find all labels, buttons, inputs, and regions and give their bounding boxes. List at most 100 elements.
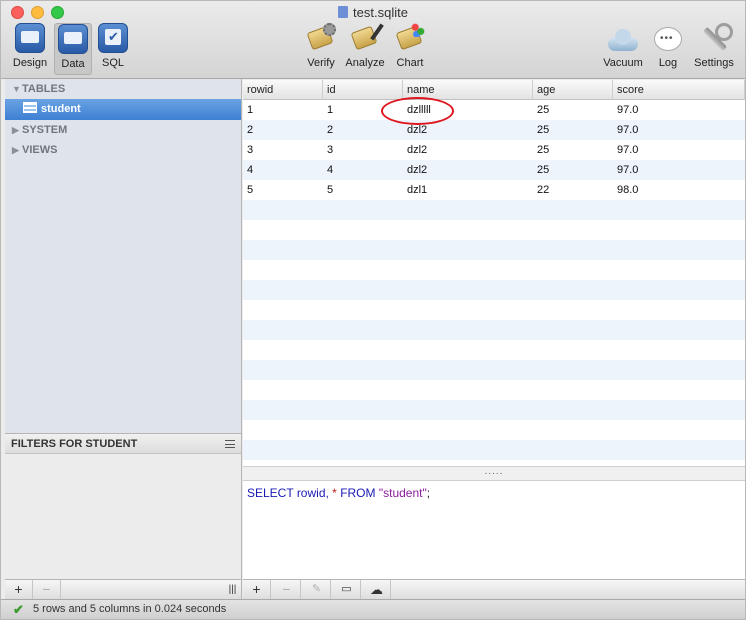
table-cell [533,240,613,260]
table-row[interactable]: 3 3 dzl2 25 97.0 [243,140,745,160]
table-cell [323,440,403,460]
settings-button[interactable]: Settings [689,23,739,75]
table-icon [23,102,37,113]
edit-icon[interactable]: ✎ [303,580,331,599]
table-cell [243,360,323,380]
table-cell[interactable]: 25 [533,140,613,160]
vacuum-button[interactable]: Vacuum [599,23,647,75]
table-cell[interactable]: 4 [243,160,323,180]
table-cell[interactable]: dzl2 [403,160,533,180]
table-cell [613,380,745,400]
table-cell [613,220,745,240]
table-cell[interactable]: 1 [243,100,323,120]
table-cell [533,300,613,320]
split-view-divider[interactable]: ..... [243,466,745,481]
sql-editor[interactable]: SELECT rowid, * FROM "student"; [243,481,745,579]
table-cell[interactable]: 3 [323,140,403,160]
empty-row [243,360,745,380]
column-header-score[interactable]: score [613,80,745,100]
design-button[interactable]: Design [7,23,53,75]
upload-icon[interactable]: ☁ [363,580,391,599]
speech-bubble-icon [654,27,682,51]
table-cell [613,360,745,380]
empty-row [243,200,745,220]
table-cell[interactable]: 2 [323,120,403,140]
table-cell [403,360,533,380]
table-cell [323,420,403,440]
comment-icon[interactable]: ▭ [333,580,361,599]
resize-handle-icon[interactable]: ||| [223,580,242,599]
table-cell [323,200,403,220]
table-cell [403,320,533,340]
table-row[interactable]: 5 5 dzl1 22 98.0 [243,180,745,200]
table-row[interactable]: 1 1 dzlllll 25 97.0 [243,100,745,120]
table-cell[interactable]: 5 [323,180,403,200]
remove-row-button[interactable]: − [273,580,301,599]
add-filter-button[interactable]: + [5,580,33,599]
empty-row [243,220,745,240]
filters-header: FILTERS FOR STUDENT [5,434,241,454]
add-row-button[interactable]: + [243,580,271,599]
table-cell [533,360,613,380]
table-cell [403,340,533,360]
table-cell[interactable]: 25 [533,160,613,180]
empty-row [243,240,745,260]
table-cell[interactable]: 3 [243,140,323,160]
data-table: rowid id name age score 1 1 dzlllll 25 97.0 2… [243,80,745,466]
data-icon [58,24,88,54]
analyze-button[interactable]: Analyze [342,23,388,75]
log-button[interactable]: Log [653,23,683,75]
table-cell [403,300,533,320]
column-header-id[interactable]: id [323,80,403,100]
empty-row [243,400,745,420]
table-cell [403,380,533,400]
sql-icon [98,23,128,53]
views-section[interactable]: ▶ VIEWS [5,140,241,160]
table-cell[interactable]: 25 [533,120,613,140]
table-cell[interactable]: 97.0 [613,160,745,180]
table-cell [533,320,613,340]
table-cell[interactable]: 4 [323,160,403,180]
table-cell [243,440,323,460]
empty-row [243,300,745,320]
column-header-rowid[interactable]: rowid [243,80,323,100]
table-cell[interactable]: 25 [533,100,613,120]
column-header-age[interactable]: age [533,80,613,100]
table-cell[interactable]: dzl1 [403,180,533,200]
remove-filter-button[interactable]: − [33,580,61,599]
table-cell [613,420,745,440]
tables-section[interactable]: ▼TABLES [5,79,241,99]
cloud-icon [606,29,640,51]
table-cell [403,240,533,260]
table-cell [243,380,323,400]
table-cell[interactable]: 97.0 [613,100,745,120]
status-text: 5 rows and 5 columns in 0.024 seconds [33,603,227,615]
system-section[interactable]: ▶ SYSTEM [5,120,241,140]
table-cell [243,260,323,280]
table-cell [323,260,403,280]
empty-row [243,380,745,400]
table-cell [403,440,533,460]
table-cell [533,380,613,400]
table-button-bar: + − ✎ ▭ ☁ [243,579,745,599]
sql-button[interactable]: SQL [95,23,131,75]
table-cell[interactable]: 2 [243,120,323,140]
sidebar-item-student[interactable]: student [5,99,241,120]
data-button[interactable]: Data [54,23,92,75]
table-cell[interactable]: 97.0 [613,140,745,160]
table-cell[interactable]: 98.0 [613,180,745,200]
chart-button[interactable]: Chart [392,23,428,75]
table-cell[interactable]: dzl2 [403,140,533,160]
table-cell [323,300,403,320]
menu-icon[interactable] [225,440,235,448]
table-cell[interactable]: 22 [533,180,613,200]
verify-button[interactable]: Verify [303,23,339,75]
table-cell [613,440,745,460]
analyze-icon [350,23,384,53]
empty-row [243,280,745,300]
table-cell[interactable]: 5 [243,180,323,200]
table-row[interactable]: 4 4 dzl2 25 97.0 [243,160,745,180]
table-row[interactable]: 2 2 dzl2 25 97.0 [243,120,745,140]
table-cell[interactable]: 97.0 [613,120,745,140]
table-cell [323,400,403,420]
